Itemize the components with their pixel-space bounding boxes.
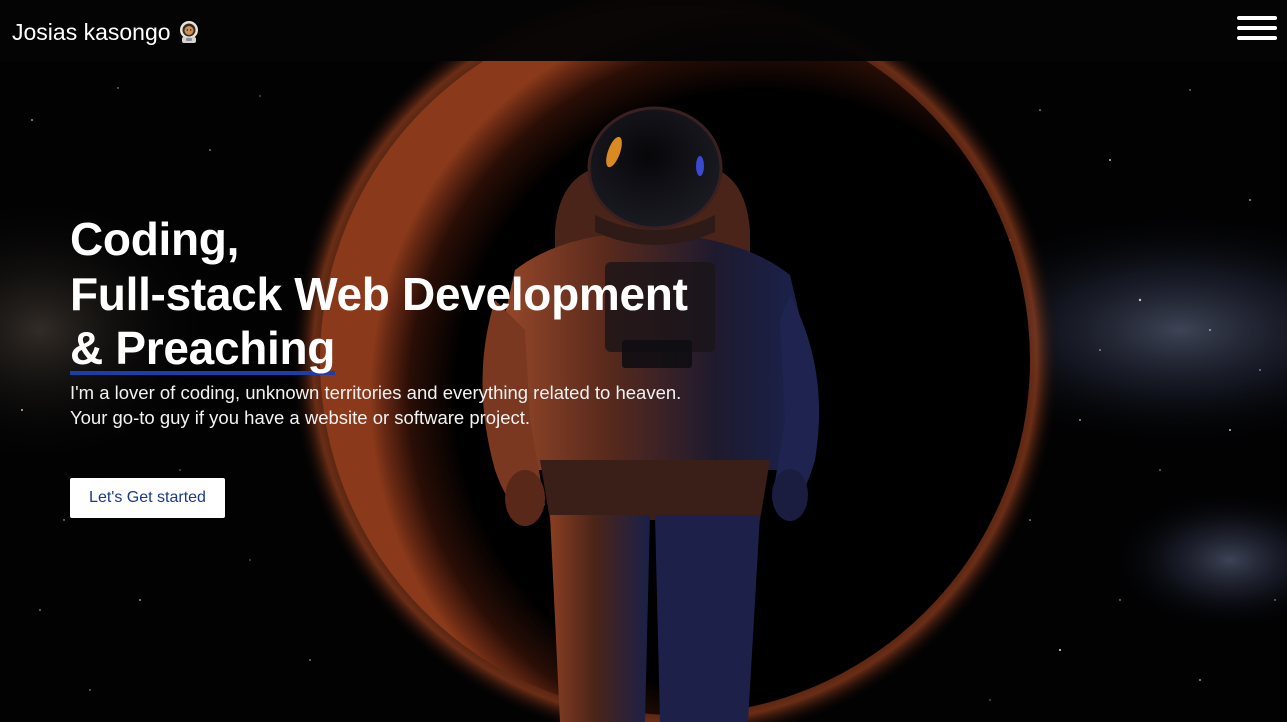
menu-bar (1237, 26, 1277, 30)
underlined-text: & Preaching (70, 322, 336, 375)
astronaut-emoji-icon (179, 21, 198, 43)
hero-title: Coding, Full-stack Web Development & Pre… (70, 212, 688, 376)
page: Josias kasongo Coding, Full-stack Web De… (0, 0, 1287, 722)
hero-section: Coding, Full-stack Web Development & Pre… (70, 212, 688, 430)
menu-bar (1237, 36, 1277, 40)
top-navbar: Josias kasongo (0, 0, 1287, 61)
menu-bar (1237, 16, 1277, 20)
hero-subtitle-line: Your go-to guy if you have a website or … (70, 406, 531, 428)
hamburger-menu-icon[interactable] (1237, 14, 1277, 42)
hero-title-line-underlined: & Preaching (70, 321, 688, 376)
hero-subtitle: I'm a lover of coding, unknown territori… (70, 380, 688, 430)
brand-name: Josias kasongo (12, 19, 171, 45)
hero-subtitle-line: I'm a lover of coding, unknown territori… (70, 381, 682, 403)
brand-link[interactable]: Josias kasongo (12, 17, 201, 47)
hero-title-line: Coding, (70, 213, 240, 265)
get-started-button[interactable]: Let's Get started (70, 478, 225, 518)
hero-title-line: Full-stack Web Development (70, 267, 688, 320)
